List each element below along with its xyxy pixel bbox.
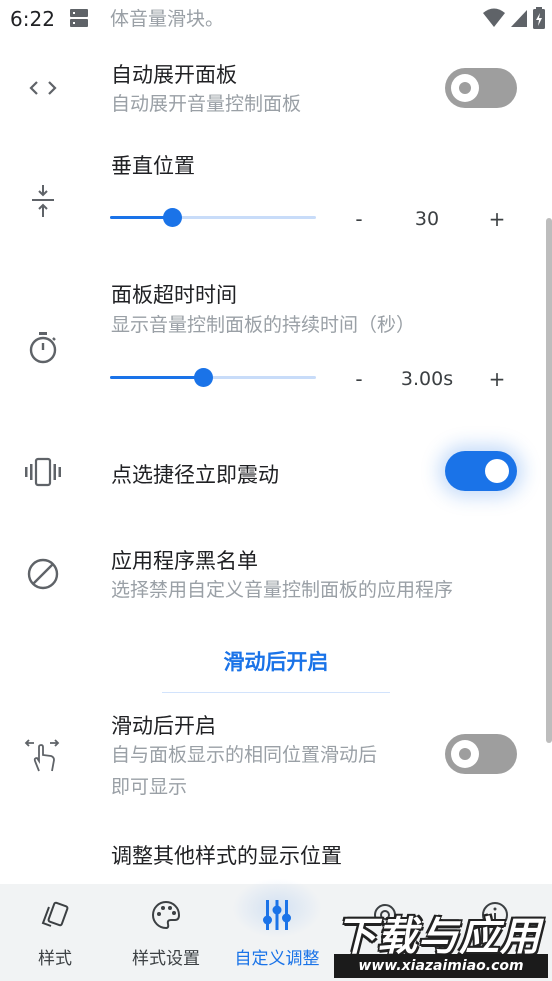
sd-card-icon: [70, 9, 88, 29]
swipe-open-row[interactable]: 滑动后开启 自与面板显示的相同位置滑动后 即可显示: [0, 708, 552, 808]
app-blacklist-title: 应用程序黑名单: [111, 549, 258, 573]
slider-fill: [110, 376, 203, 379]
block-icon: [24, 555, 62, 593]
panel-timeout-decrease-button[interactable]: -: [347, 367, 371, 391]
cards-icon: [38, 898, 72, 932]
panel-timeout-title: 面板超时时间: [111, 283, 237, 307]
toggle-knob: [451, 74, 479, 102]
auto-expand-subtitle: 自动展开音量控制面板: [111, 93, 302, 115]
vertical-position-decrease-button[interactable]: -: [347, 207, 371, 231]
cutoff-description: 体音量滑块。: [110, 8, 225, 30]
nav-label: 自定义调整: [234, 949, 320, 969]
panel-timeout-subtitle: 显示音量控制面板的持续时间（秒）: [111, 314, 416, 336]
panel-timeout-value: 3.00s: [400, 368, 454, 390]
wifi-icon: [483, 8, 505, 27]
vertical-position-slider[interactable]: [110, 208, 316, 228]
app-blacklist-subtitle: 选择禁用自定义音量控制面板的应用程序: [111, 579, 454, 601]
vibrate-shortcut-toggle[interactable]: [445, 451, 517, 491]
watermark-url: www.xiazaimiao.com: [334, 954, 548, 978]
status-bar: 6:22 体音量滑块。: [0, 0, 552, 40]
nav-item-custom-adjust[interactable]: 自定义调整: [226, 878, 328, 981]
nav-label: 样式: [38, 949, 72, 969]
slider-thumb[interactable]: [162, 208, 182, 227]
slider-thumb[interactable]: [193, 368, 213, 387]
swipe-open-subtitle-line1: 自与面板显示的相同位置滑动后: [111, 744, 378, 766]
panel-timeout-increase-button[interactable]: +: [485, 367, 509, 391]
swipe-open-toggle[interactable]: [445, 734, 517, 774]
swipe-open-title: 滑动后开启: [111, 714, 216, 738]
vertical-position-title: 垂直位置: [111, 154, 195, 178]
vibrate-shortcut-title: 点选捷径立即震动: [111, 463, 279, 487]
vertical-position-value: 30: [414, 208, 440, 230]
status-time: 6:22: [10, 7, 55, 31]
section-header: 滑动后开启: [223, 650, 329, 674]
toggle-knob: [485, 459, 509, 483]
scrollbar[interactable]: [546, 218, 552, 743]
app-blacklist-row[interactable]: 应用程序黑名单 选择禁用自定义音量控制面板的应用程序: [0, 543, 552, 613]
palette-icon: [149, 898, 183, 932]
section-divider: [162, 692, 390, 693]
swipe-gesture-icon: [24, 736, 62, 774]
nav-label: 样式设置: [132, 949, 200, 969]
code-arrows-icon: [24, 69, 62, 107]
vertical-align-icon: [24, 182, 62, 220]
auto-expand-title: 自动展开面板: [111, 63, 237, 87]
panel-timeout-slider[interactable]: [110, 368, 316, 388]
nav-item-styles[interactable]: 样式: [20, 884, 90, 981]
sliders-icon: [260, 898, 294, 932]
panel-timeout-row: 面板超时时间 显示音量控制面板的持续时间（秒） - 3.00s +: [0, 275, 552, 400]
vibrate-icon: [24, 453, 62, 491]
vertical-position-increase-button[interactable]: +: [485, 207, 509, 231]
signal-icon: [511, 10, 527, 27]
auto-expand-toggle[interactable]: [445, 68, 517, 108]
vertical-position-row: 垂直位置 - 30 +: [0, 140, 552, 240]
adjust-other-row[interactable]: 调整其他样式的显示位置: [0, 836, 552, 876]
vibrate-shortcut-row[interactable]: 点选捷径立即震动: [0, 440, 552, 504]
watermark-logo: 下载与应用 www.xiazaimiao.com: [330, 900, 552, 981]
toggle-knob: [451, 740, 479, 768]
adjust-other-title: 调整其他样式的显示位置: [111, 844, 342, 868]
swipe-open-subtitle-line2: 即可显示: [111, 776, 188, 798]
status-icons: [482, 6, 546, 30]
stopwatch-icon: [24, 329, 62, 367]
auto-expand-row[interactable]: 自动展开面板 自动展开音量控制面板: [0, 55, 552, 125]
battery-icon: [533, 7, 545, 29]
nav-item-style-settings[interactable]: 样式设置: [120, 884, 212, 981]
